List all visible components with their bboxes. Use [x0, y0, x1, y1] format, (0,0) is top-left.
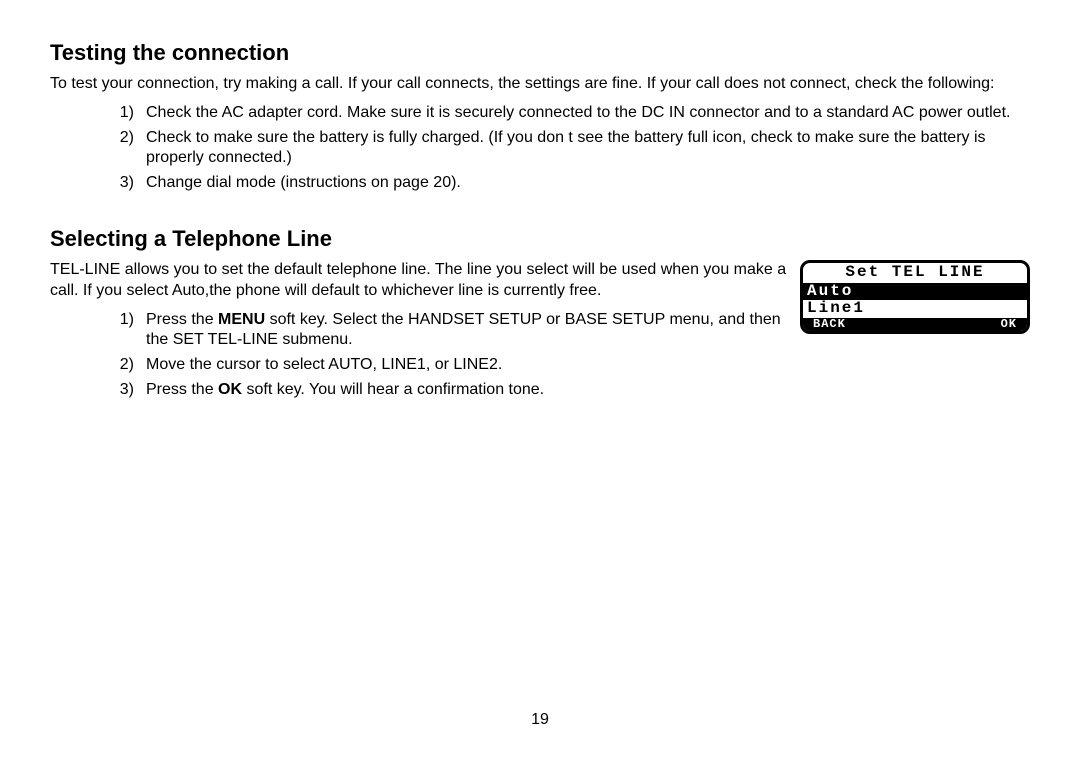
list-item: 3) Change dial mode (instructions on pag…: [106, 173, 1030, 194]
lcd-softkey-back: BACK: [813, 318, 846, 331]
list-text: Press the OK soft key. You will hear a c…: [146, 380, 792, 401]
lcd-option: Line1: [803, 300, 1027, 318]
lcd-selected-option: Auto: [803, 283, 1027, 301]
list-item: 2) Move the cursor to select AUTO, LINE1…: [106, 355, 792, 376]
list-number: 2): [106, 355, 134, 376]
section1-heading: Testing the connection: [50, 40, 1030, 66]
list-text: Press the MENU soft key. Select the HAND…: [146, 310, 792, 352]
section-testing-connection: Testing the connection To test your conn…: [50, 40, 1030, 194]
list-text: Change dial mode (instructions on page 2…: [146, 173, 1030, 194]
lcd-title: Set TEL LINE: [803, 263, 1027, 283]
list-number: 1): [106, 103, 134, 124]
section2-heading: Selecting a Telephone Line: [50, 226, 1030, 252]
list-text: Check to make sure the battery is fully …: [146, 128, 1030, 170]
lcd-screen-diagram: Set TEL LINE Auto Line1 BACK OK: [800, 260, 1030, 334]
lcd-softkey-row: BACK OK: [803, 318, 1027, 331]
section-selecting-telephone-line: Selecting a Telephone Line TEL-LINE allo…: [50, 226, 1030, 405]
section1-intro: To test your connection, try making a ca…: [50, 74, 1030, 95]
list-number: 1): [106, 310, 134, 352]
list-item: 1) Check the AC adapter cord. Make sure …: [106, 103, 1030, 124]
list-number: 3): [106, 380, 134, 401]
list-text: Move the cursor to select AUTO, LINE1, o…: [146, 355, 792, 376]
list-item: 3) Press the OK soft key. You will hear …: [106, 380, 792, 401]
list-item: 1) Press the MENU soft key. Select the H…: [106, 310, 792, 352]
section2-list: 1) Press the MENU soft key. Select the H…: [50, 310, 792, 401]
list-item: 2) Check to make sure the battery is ful…: [106, 128, 1030, 170]
page-number: 19: [531, 711, 549, 729]
list-number: 2): [106, 128, 134, 170]
section2-intro: TEL-LINE allows you to set the default t…: [50, 260, 792, 302]
section1-list: 1) Check the AC adapter cord. Make sure …: [50, 103, 1030, 194]
section2-text-column: TEL-LINE allows you to set the default t…: [50, 260, 792, 405]
lcd-softkey-ok: OK: [1001, 318, 1017, 331]
list-text: Check the AC adapter cord. Make sure it …: [146, 103, 1030, 124]
list-number: 3): [106, 173, 134, 194]
